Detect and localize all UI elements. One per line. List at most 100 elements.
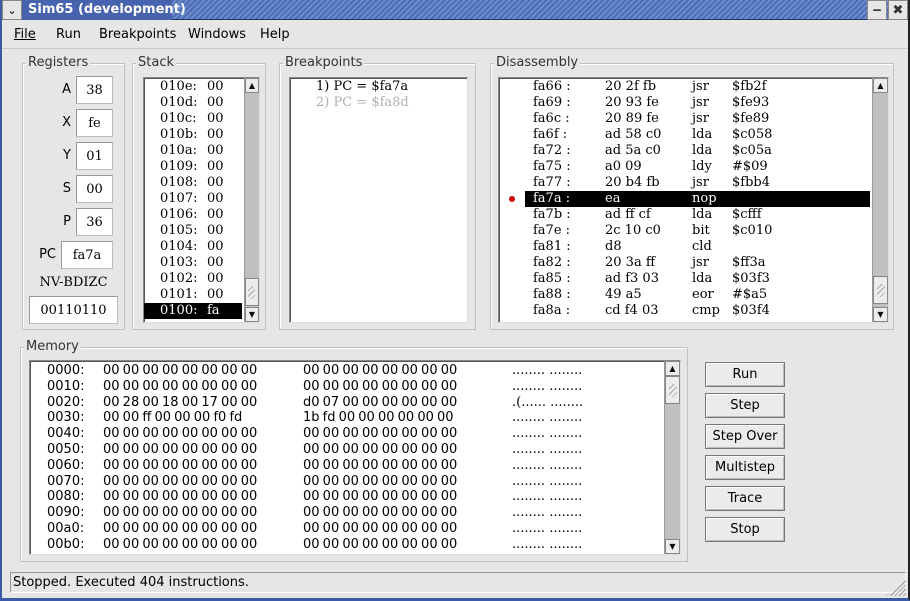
stack-row[interactable]: 010b: 00 [144, 127, 242, 143]
disassembly-row[interactable]: fa6c : 20 89 fe jsr $fe89 [525, 111, 870, 127]
breakpoint-marker-icon[interactable] [509, 196, 515, 202]
flags-field[interactable]: 00110110 [29, 296, 118, 324]
multistep-button[interactable]: Multistep [705, 455, 785, 480]
stack-row[interactable]: 0109: 00 [144, 159, 242, 175]
register-field-pc[interactable]: fa7a [61, 241, 113, 269]
disassembly-row[interactable]: fa66 : 20 2f fb jsr $fb2f [525, 79, 870, 95]
scroll-up-button[interactable]: ▲ [873, 78, 888, 93]
memory-row[interactable]: 00b0: 00 00 00 00 00 00 00 00 00 00 00 00 … [30, 537, 660, 553]
memory-addr: 0000: [47, 363, 85, 378]
menu-help[interactable]: Help [260, 27, 290, 42]
memory-row[interactable]: 0030: 00 00 ff 00 00 00 f0 fd 1b fd 00 00 … [30, 410, 660, 426]
stack-list[interactable]: 010e: 00 010d: 00 010c: 00 010b: 00 010a: 00 0109:… [143, 77, 260, 323]
breakpoint-item[interactable]: 2) PC = $fa8d [316, 95, 409, 111]
memory-row[interactable]: 0020: 00 28 00 18 00 17 00 00 d0 07 00 00 … [30, 395, 660, 411]
stop-button[interactable]: Stop [705, 517, 785, 542]
disassembly-row[interactable]: fa8a : cd f4 03 cmp $03f4 [525, 303, 870, 319]
scroll-down-button[interactable]: ▼ [245, 307, 259, 322]
chevron-down-icon: ⌄ [7, 3, 17, 17]
memory-row[interactable]: 0060: 00 00 00 00 00 00 00 00 00 00 00 00 … [30, 458, 660, 474]
stack-row[interactable]: 0108: 00 [144, 175, 242, 191]
memory-ascii: ........ ........ [512, 473, 583, 489]
memory-hi: 00 00 00 00 00 00 00 00 [303, 457, 458, 473]
menu-windows[interactable]: Windows [188, 27, 246, 42]
register-label-a: A [62, 82, 71, 97]
memory-row[interactable]: 0070: 00 00 00 00 00 00 00 00 00 00 00 00 … [30, 474, 660, 490]
disassembly-row[interactable]: fa7e : 2c 10 c0 bit $c010 [525, 223, 870, 239]
breakpoint-item[interactable]: 1) PC = $fa7a [316, 79, 408, 95]
disassembly-bytes: a0 09 [605, 159, 642, 174]
trace-button[interactable]: Trace [705, 486, 785, 511]
memory-ascii: ........ ........ [512, 442, 583, 457]
memory-hi: 00 00 00 00 00 00 00 00 [303, 442, 458, 457]
minimize-button[interactable]: ‒ [867, 0, 887, 20]
register-field-y[interactable]: 01 [76, 142, 113, 170]
stack-row[interactable]: 0106: 00 [144, 207, 242, 223]
menu-file[interactable]: File [14, 27, 36, 42]
stack-row[interactable]: 0105: 00 [144, 223, 242, 239]
disassembly-bytes: d8 [605, 239, 622, 254]
menu-bar: File Run Breakpoints Windows Help [2, 21, 908, 49]
stack-row[interactable]: 010c: 00 [144, 111, 242, 127]
stack-row[interactable]: 0107: 00 [144, 191, 242, 207]
memory-scrollbar[interactable]: ▲ ▼ [664, 361, 680, 554]
register-field-x[interactable]: fe [76, 109, 113, 137]
scroll-thumb[interactable] [873, 276, 888, 304]
run-button[interactable]: Run [705, 362, 785, 387]
stack-scrollbar[interactable]: ▲ ▼ [244, 78, 259, 322]
stack-row[interactable]: 0102: 00 [144, 271, 242, 287]
scroll-down-button[interactable]: ▼ [665, 539, 680, 554]
memory-view[interactable]: 0000: 00 00 00 00 00 00 00 00 00 00 00 00 … [29, 360, 681, 555]
memory-lo: 00 00 00 00 00 00 00 00 [103, 521, 258, 536]
disassembly-list[interactable]: fa66 : 20 2f fb jsr $fb2f fa69 : 20 93 fe jsr $… [498, 77, 889, 323]
disassembly-row[interactable]: fa75 : a0 09 ldy #$09 [525, 159, 870, 175]
breakpoints-list[interactable]: 1) PC = $fa7a 2) PC = $fa8d [289, 77, 468, 323]
disassembly-row[interactable]: fa7a : ea nop [525, 191, 870, 207]
memory-row[interactable]: 00a0: 00 00 00 00 00 00 00 00 00 00 00 00 … [30, 521, 660, 537]
memory-row[interactable]: 0050: 00 00 00 00 00 00 00 00 00 00 00 00 … [30, 442, 660, 458]
stack-row[interactable]: 0100: fa [144, 303, 242, 319]
scroll-up-button[interactable]: ▲ [665, 361, 680, 376]
disassembly-bytes: ea [605, 191, 621, 206]
stack-row[interactable]: 010d: 00 [144, 95, 242, 111]
scroll-up-button[interactable]: ▲ [245, 78, 259, 93]
stack-row[interactable]: 0101: 00 [144, 287, 242, 303]
window-menu-button[interactable]: ⌄ [2, 0, 22, 20]
disassembly-row[interactable]: fa77 : 20 b4 fb jsr $fbb4 [525, 175, 870, 191]
stack-row[interactable]: 0103: 00 [144, 255, 242, 271]
disassembly-op: cld [692, 239, 712, 254]
step-over-button[interactable]: Step Over [705, 424, 785, 449]
disassembly-row[interactable]: fa69 : 20 93 fe jsr $fe93 [525, 95, 870, 111]
disassembly-row[interactable]: fa81 : d8 cld [525, 239, 870, 255]
scroll-down-button[interactable]: ▼ [873, 307, 888, 322]
register-field-a[interactable]: 38 [76, 76, 113, 104]
disassembly-row[interactable]: fa85 : ad f3 03 lda $03f3 [525, 271, 870, 287]
disassembly-row[interactable]: fa72 : ad 5a c0 lda $c05a [525, 143, 870, 159]
step-button[interactable]: Step [705, 393, 785, 418]
menu-run[interactable]: Run [56, 27, 81, 42]
close-button[interactable]: ✖ [888, 0, 908, 20]
disassembly-row[interactable]: fa82 : 20 3a ff jsr $ff3a [525, 255, 870, 271]
stack-row[interactable]: 010a: 00 [144, 143, 242, 159]
memory-row[interactable]: 0080: 00 00 00 00 00 00 00 00 00 00 00 00 … [30, 489, 660, 505]
scroll-thumb[interactable] [245, 278, 259, 306]
title-bar[interactable]: ⌄ Sim65 (development) ‒ ✖ [2, 0, 908, 20]
memory-hi: d0 07 00 00 00 00 00 00 [303, 394, 458, 410]
disassembly-row[interactable]: fa6f : ad 58 c0 lda $c058 [525, 127, 870, 143]
register-field-s[interactable]: 00 [76, 175, 113, 203]
memory-row[interactable]: 0040: 00 00 00 00 00 00 00 00 00 00 00 00 … [30, 426, 660, 442]
memory-row[interactable]: 0010: 00 00 00 00 00 00 00 00 00 00 00 00 … [30, 379, 660, 395]
register-field-p[interactable]: 36 [76, 208, 113, 236]
disassembly-row[interactable]: fa7b : ad ff cf lda $cfff [525, 207, 870, 223]
disassembly-row[interactable]: fa88 : 49 a5 eor #$a5 [525, 287, 870, 303]
disassembly-bytes: ad 5a c0 [605, 143, 661, 158]
stack-row[interactable]: 0104: 00 [144, 239, 242, 255]
disassembly-arg: $ff3a [732, 255, 766, 270]
register-label-x: X [62, 115, 71, 130]
memory-row[interactable]: 0090: 00 00 00 00 00 00 00 00 00 00 00 00 … [30, 505, 660, 521]
memory-row[interactable]: 0000: 00 00 00 00 00 00 00 00 00 00 00 00 … [30, 363, 660, 379]
scroll-thumb[interactable] [665, 376, 680, 404]
menu-breakpoints[interactable]: Breakpoints [99, 27, 176, 42]
stack-row[interactable]: 010e: 00 [144, 79, 242, 95]
disassembly-scrollbar[interactable]: ▲ ▼ [872, 78, 888, 322]
